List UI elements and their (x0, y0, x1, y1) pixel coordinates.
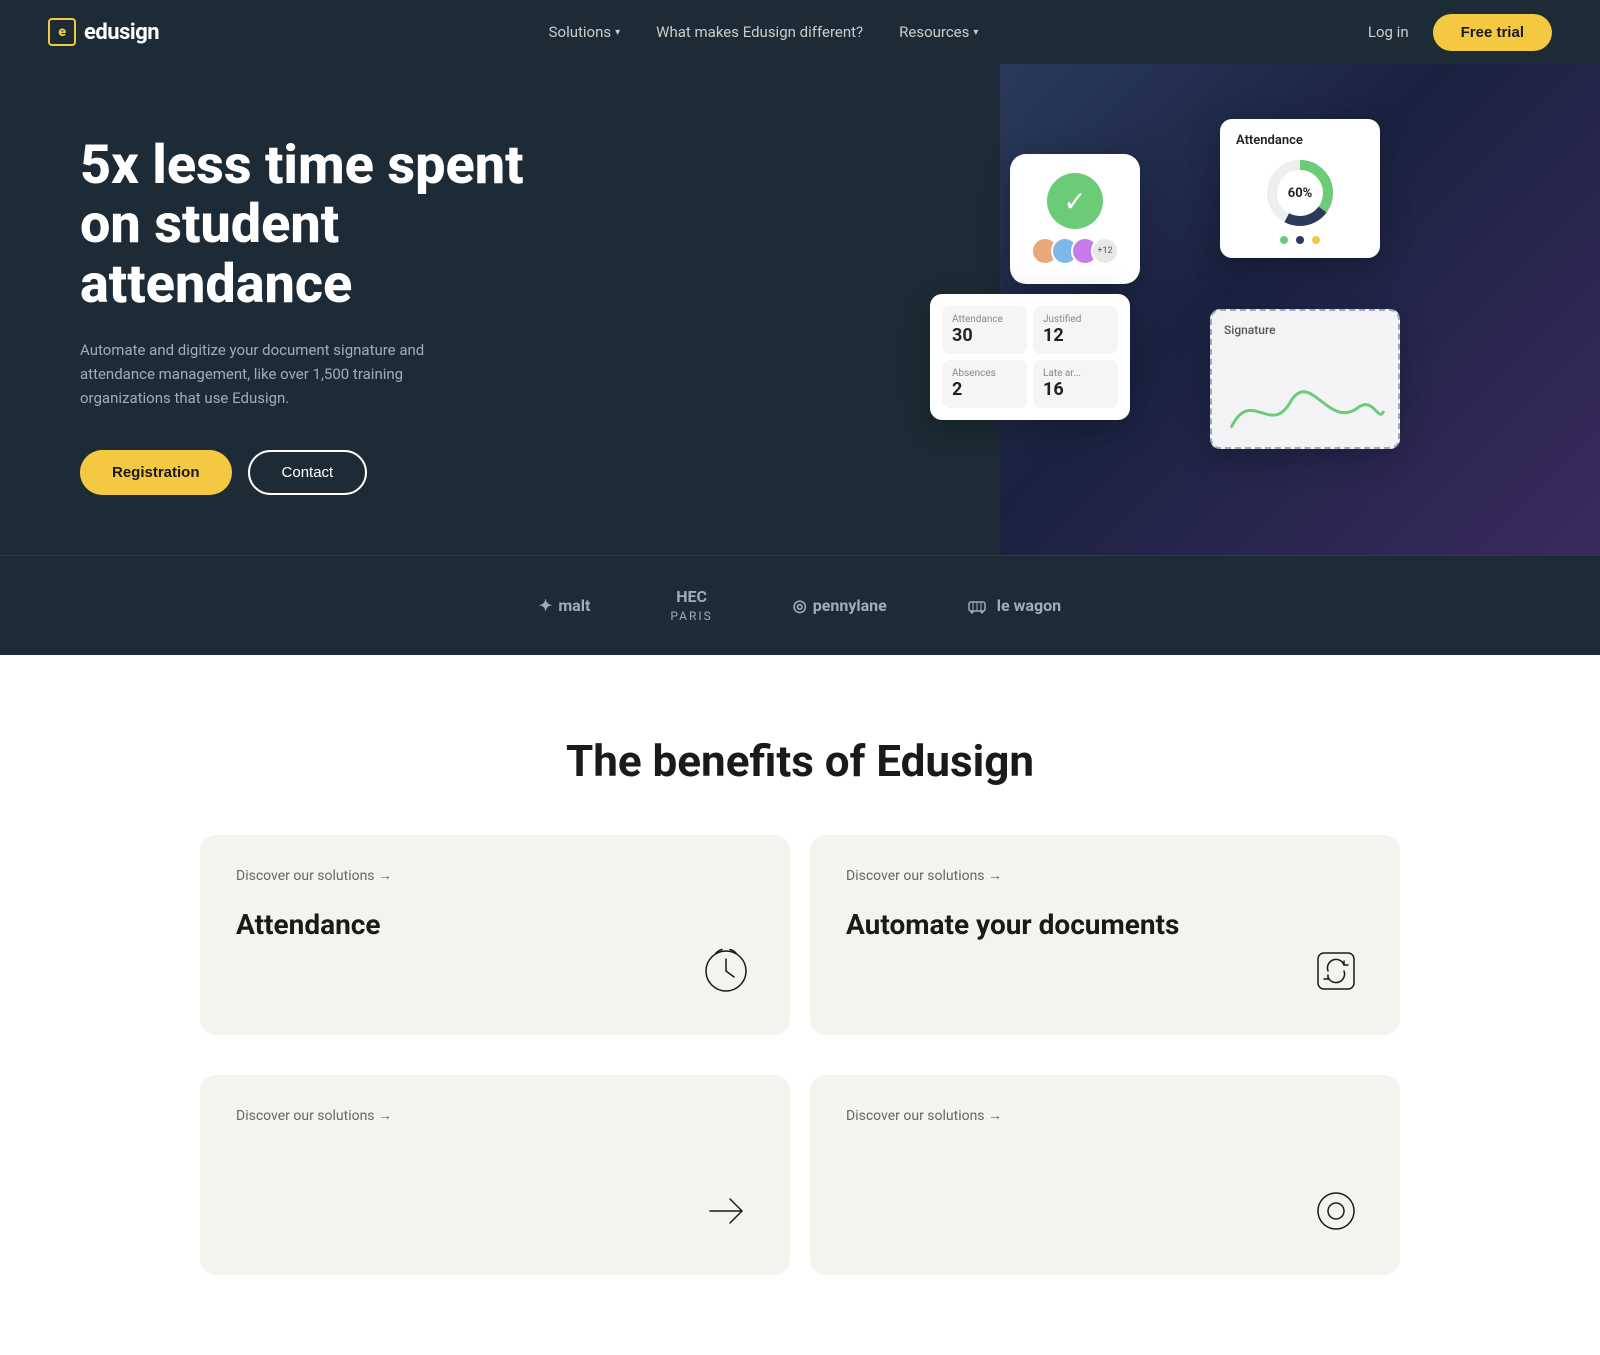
donut-legend (1236, 236, 1364, 244)
partners-bar: ✦ malt HECPARIS ◎ pennylane le wagon (0, 555, 1600, 655)
discover-link-attendance[interactable]: Discover our solutions → (236, 867, 754, 884)
free-trial-button[interactable]: Free trial (1433, 14, 1552, 51)
attendance-card: Attendance 60% (1220, 119, 1380, 258)
wagon-icon (967, 596, 987, 616)
hero-buttons: Registration Contact (80, 450, 580, 495)
stat-late: Late ar... 16 (1033, 360, 1118, 408)
nav-solutions[interactable]: Solutions ▾ (549, 23, 621, 41)
discover-link-3[interactable]: Discover our solutions → (236, 1107, 754, 1124)
malt-icon: ✦ (539, 596, 552, 615)
bottom-cards: Discover our solutions → Discover our so… (0, 1075, 1600, 1355)
discover-link-documents[interactable]: Discover our solutions → (846, 867, 1364, 884)
nav-resources[interactable]: Resources ▾ (899, 23, 978, 41)
logo-icon: e (48, 18, 76, 46)
benefits-section: The benefits of Edusign Discover our sol… (0, 655, 1600, 1075)
arrow-right-icon (698, 1183, 754, 1239)
benefit-card-4[interactable]: Discover our solutions → (810, 1075, 1400, 1275)
clock-icon (698, 943, 754, 999)
stat-absences: Absences 2 (942, 360, 1027, 408)
contact-button[interactable]: Contact (248, 450, 368, 495)
pennylane-icon: ◎ (793, 596, 807, 615)
signature-label: Signature (1224, 323, 1276, 337)
avatar-count: +12 (1091, 237, 1119, 265)
nav-links: Solutions ▾ What makes Edusign different… (549, 23, 979, 41)
logo[interactable]: e edusign (48, 18, 159, 46)
attendance-card-title: Attendance (1236, 133, 1364, 148)
hero-description: Automate and digitize your document sign… (80, 338, 460, 410)
benefit-card-documents[interactable]: Discover our solutions → Automate your d… (810, 835, 1400, 1035)
svg-text:60%: 60% (1288, 186, 1313, 201)
hero-title: 5x less time spent on student attendance (80, 136, 580, 314)
benefit-card-title-documents: Automate your documents (846, 908, 1364, 942)
legend-green-dot (1280, 236, 1288, 244)
benefit-card-3[interactable]: Discover our solutions → (200, 1075, 790, 1275)
login-link[interactable]: Log in (1368, 23, 1409, 41)
navbar: e edusign Solutions ▾ What makes Edusign… (0, 0, 1600, 64)
stat-justified: Justified 12 (1033, 306, 1118, 354)
hero-visuals: ✓ +12 Attendance (900, 64, 1600, 555)
avatar-row: +12 (1031, 237, 1119, 265)
donut-chart: 60% (1236, 158, 1364, 228)
benefit-card-title-attendance: Attendance (236, 908, 754, 942)
nav-actions: Log in Free trial (1368, 14, 1552, 51)
refresh-square-icon (1308, 943, 1364, 999)
logo-text: edusign (84, 20, 159, 45)
nav-different[interactable]: What makes Edusign different? (656, 23, 863, 41)
partner-malt: ✦ malt (539, 596, 590, 615)
bottom-cards-grid: Discover our solutions → Discover our so… (200, 1075, 1400, 1275)
stats-grid: Attendance 30 Justified 12 Absences 2 La… (942, 306, 1118, 408)
chevron-down-icon: ▾ (615, 27, 620, 38)
check-circle-icon: ✓ (1047, 173, 1103, 229)
benefit-card-attendance[interactable]: Discover our solutions → Attendance (200, 835, 790, 1035)
checkmark-card: ✓ +12 (1010, 154, 1140, 284)
partner-lewagon: le wagon (967, 596, 1061, 616)
legend-yellow-dot (1312, 236, 1320, 244)
signature-drawing (1212, 367, 1398, 447)
hero-section: 5x less time spent on student attendance… (0, 0, 1600, 655)
hero-text: 5x less time spent on student attendance… (80, 136, 580, 495)
benefits-title: The benefits of Edusign (80, 735, 1520, 787)
registration-button[interactable]: Registration (80, 450, 232, 495)
hero-inner: 5x less time spent on student attendance… (0, 64, 1600, 555)
partner-pennylane: ◎ pennylane (793, 596, 887, 615)
legend-dark-dot (1296, 236, 1304, 244)
stats-card: Attendance 30 Justified 12 Absences 2 La… (930, 294, 1130, 420)
signature-card: Signature (1210, 309, 1400, 449)
benefits-cards-grid: Discover our solutions → Attendance Disc… (200, 835, 1400, 1035)
discover-link-4[interactable]: Discover our solutions → (846, 1107, 1364, 1124)
stat-attendance: Attendance 30 (942, 306, 1027, 354)
partner-hec: HECPARIS (670, 588, 712, 623)
chevron-down-icon: ▾ (973, 27, 978, 38)
circle-icon (1308, 1183, 1364, 1239)
